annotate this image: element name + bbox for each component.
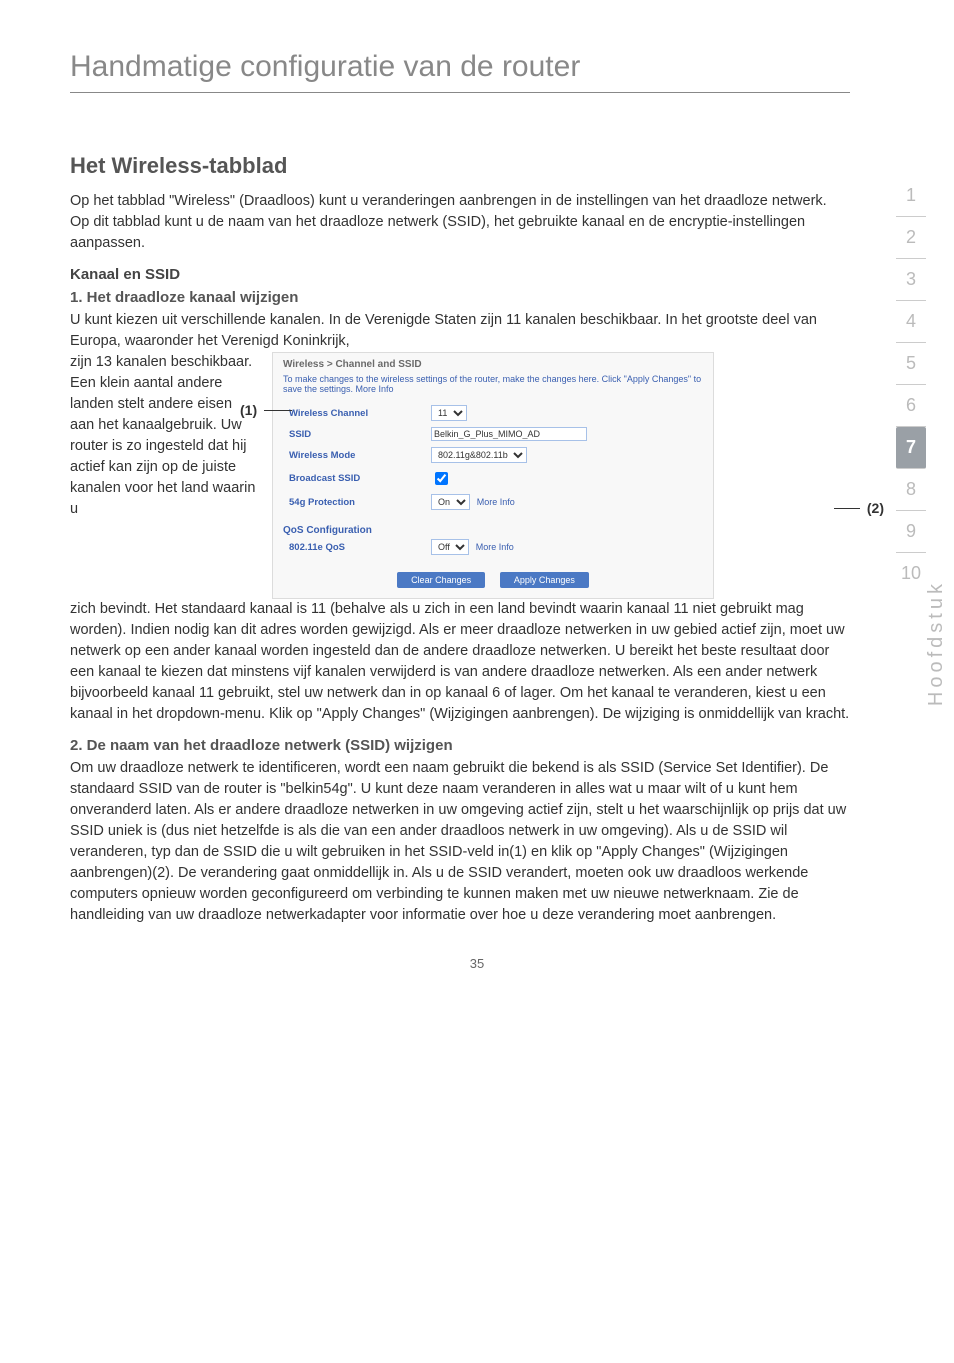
protection-select[interactable]: On: [431, 494, 470, 510]
screenshot-wrapper: (1) (2) Wireless > Channel and SSID To m…: [272, 352, 850, 599]
qos-table: 802.11e QoS Off More Info: [283, 536, 520, 558]
step1-intro: U kunt kiezen uit verschillende kanalen.…: [70, 310, 850, 352]
side-chapter-label: Hoofdstuk: [925, 580, 948, 706]
ssid-input[interactable]: [431, 427, 587, 441]
breadcrumb: Wireless > Channel and SSID: [273, 353, 713, 372]
nav-5[interactable]: 5: [896, 343, 926, 385]
broadcast-ssid-label: Broadcast SSID: [283, 466, 425, 491]
protection-label: 54g Protection: [283, 491, 425, 513]
apply-changes-button[interactable]: Apply Changes: [500, 572, 589, 588]
callout-1-line: [264, 410, 292, 411]
nav-7-active[interactable]: 7: [896, 427, 926, 469]
nav-9[interactable]: 9: [896, 511, 926, 553]
subsection-title: Kanaal en SSID: [70, 266, 850, 283]
nav-10[interactable]: 10: [896, 553, 926, 594]
page-number: 35: [70, 956, 884, 971]
router-config-screenshot: Wireless > Channel and SSID To make chan…: [272, 352, 714, 599]
qos-label: 802.11e QoS: [283, 536, 425, 558]
step2-body: Om uw draadloze netwerk te identificeren…: [70, 758, 850, 926]
callout-1: (1): [240, 402, 257, 418]
nav-1[interactable]: 1: [896, 175, 926, 217]
callout-2-line: [834, 508, 860, 509]
button-row: Clear Changes Apply Changes: [273, 566, 713, 598]
nav-3[interactable]: 3: [896, 259, 926, 301]
clear-changes-button[interactable]: Clear Changes: [397, 572, 485, 588]
nav-2[interactable]: 2: [896, 217, 926, 259]
step1-title: 1. Het draadloze kanaal wijzigen: [70, 289, 850, 306]
wireless-channel-label: Wireless Channel: [283, 402, 425, 424]
step2-title: 2. De naam van het draadloze netwerk (SS…: [70, 737, 850, 754]
lead-paragraph: Op het tabblad "Wireless" (Draadloos) ku…: [70, 191, 850, 254]
more-info-link-2[interactable]: More Info: [476, 542, 514, 552]
chapter-title: Handmatige configuratie van de router: [70, 50, 850, 84]
nav-6[interactable]: 6: [896, 385, 926, 427]
settings-table: Wireless Channel 11 SSID Wireless Mode 8…: [283, 402, 593, 513]
wireless-channel-select[interactable]: 11: [431, 405, 467, 421]
qos-select[interactable]: Off: [431, 539, 469, 555]
nav-4[interactable]: 4: [896, 301, 926, 343]
more-info-link-1[interactable]: More Info: [477, 497, 515, 507]
ssid-label: SSID: [283, 424, 425, 444]
broadcast-ssid-checkbox[interactable]: [435, 472, 448, 485]
screenshot-description: To make changes to the wireless settings…: [273, 372, 713, 402]
chapter-rule: [70, 92, 850, 93]
side-navigation: 1 2 3 4 5 6 7 8 9 10: [896, 175, 926, 594]
wireless-mode-select[interactable]: 802.11g&802.11b: [431, 447, 527, 463]
nav-8[interactable]: 8: [896, 469, 926, 511]
callout-2: (2): [867, 500, 884, 516]
qos-header: QoS Configuration: [273, 521, 713, 536]
step1-after: zich bevindt. Het standaard kanaal is 11…: [70, 599, 850, 725]
step1-left-column: zijn 13 kanalen beschikbaar. Een klein a…: [70, 352, 260, 520]
wireless-mode-label: Wireless Mode: [283, 444, 425, 466]
section-title: Het Wireless-tabblad: [70, 153, 850, 179]
